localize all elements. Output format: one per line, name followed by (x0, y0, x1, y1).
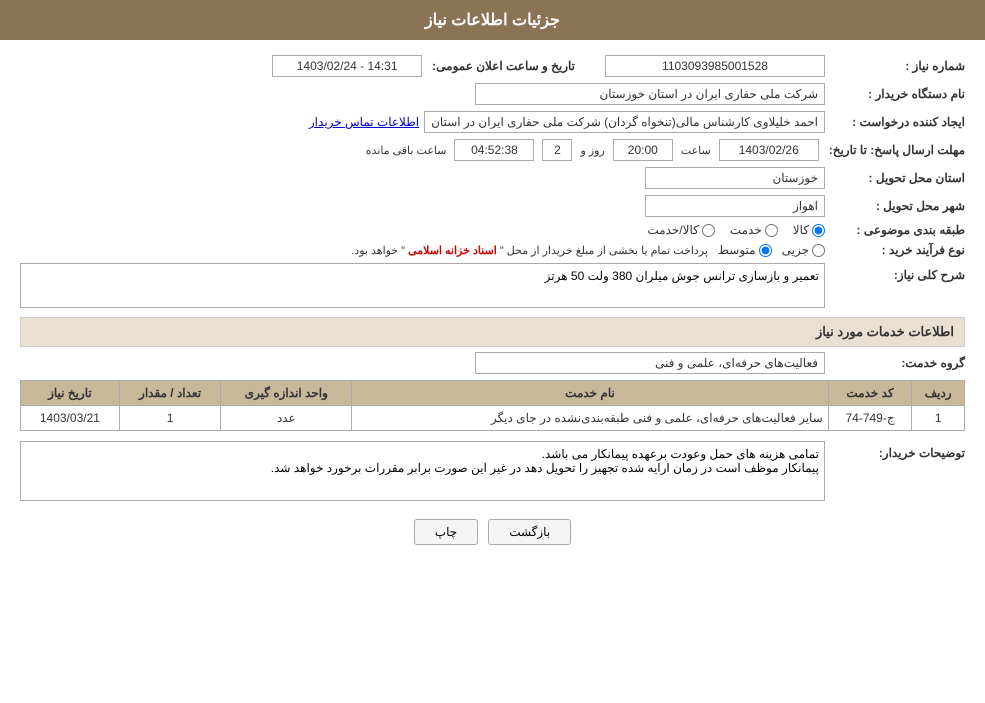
description-label: شرح کلی نیاز: (825, 263, 965, 282)
button-row: بازگشت چاپ (20, 519, 965, 545)
process-note: پرداخت تمام یا بخشی از مبلغ خریدار از مح… (351, 244, 708, 257)
col-header-row: ردیف (912, 381, 965, 406)
need-number-value: 1103093985001528 (605, 55, 825, 77)
province-value: خوزستان (645, 167, 825, 189)
deadline-label: مهلت ارسال پاسخ: تا تاریخ: (819, 143, 965, 157)
category-label: طبقه بندی موضوعی : (825, 223, 965, 237)
process-motavasset[interactable]: متوسط (718, 243, 772, 257)
back-button[interactable]: بازگشت (488, 519, 571, 545)
print-button[interactable]: چاپ (414, 519, 478, 545)
col-header-code: کد خدمت (828, 381, 912, 406)
deadline-remaining: 04:52:38 (454, 139, 534, 161)
description-textarea[interactable] (20, 263, 825, 308)
process-label: نوع فرآیند خرید : (825, 243, 965, 257)
deadline-remaining-label: ساعت باقی مانده (366, 144, 447, 157)
buyer-notes-label: توضیحات خریدار: (825, 441, 965, 460)
col-header-name: نام خدمت (352, 381, 828, 406)
deadline-day-label: روز و (580, 144, 604, 157)
col-header-qty: تعداد / مقدار (119, 381, 221, 406)
announce-label: تاریخ و ساعت اعلان عمومی: (422, 59, 575, 73)
creator-value: احمد خلیلاوی کارشناس مالی(تنخواه گردان) … (424, 111, 825, 133)
services-table: ردیف کد خدمت نام خدمت واحد اندازه گیری ت… (20, 380, 965, 431)
service-group-label: گروه خدمت: (825, 356, 965, 370)
deadline-time-label: ساعت (681, 144, 711, 157)
table-row: 1 ج-749-74 سایر فعالیت‌های حرفه‌ای، علمی… (21, 406, 965, 431)
buyer-org-label: نام دستگاه خریدار : (825, 87, 965, 101)
deadline-date: 1403/02/26 (719, 139, 819, 161)
category-kala[interactable]: کالا (793, 223, 825, 237)
creator-contact-link[interactable]: اطلاعات تماس خریدار (309, 115, 419, 129)
announce-value: 1403/02/24 - 14:31 (272, 55, 422, 77)
col-header-unit: واحد اندازه گیری (221, 381, 352, 406)
process-group: جزیی متوسط پرداخت تمام یا بخشی از مبلغ خ… (351, 243, 825, 257)
service-group-value: فعالیت‌های حرفه‌ای، علمی و فنی (475, 352, 825, 374)
need-number-label: شماره نیاز : (825, 59, 965, 73)
page-header: جزئیات اطلاعات نیاز (0, 0, 985, 40)
category-group: کالا خدمت کالا/خدمت (647, 223, 825, 237)
buyer-org-value: شرکت ملی حفاری ایران در استان خوزستان (475, 83, 825, 105)
city-label: شهر محل تحویل : (825, 199, 965, 213)
services-section-title: اطلاعات خدمات مورد نیاز (20, 317, 965, 347)
page-title: جزئیات اطلاعات نیاز (425, 12, 560, 29)
category-kala-khedmat[interactable]: کالا/خدمت (647, 223, 714, 237)
deadline-days: 2 (542, 139, 572, 161)
deadline-time: 20:00 (613, 139, 673, 161)
creator-label: ایجاد کننده درخواست : (825, 115, 965, 129)
process-jozii[interactable]: جزیی (782, 243, 825, 257)
province-label: استان محل تحویل : (825, 171, 965, 185)
city-value: اهواز (645, 195, 825, 217)
buyer-notes-textarea[interactable] (20, 441, 825, 501)
col-header-date: تاریخ نیاز (21, 381, 120, 406)
category-khedmat[interactable]: خدمت (730, 223, 778, 237)
